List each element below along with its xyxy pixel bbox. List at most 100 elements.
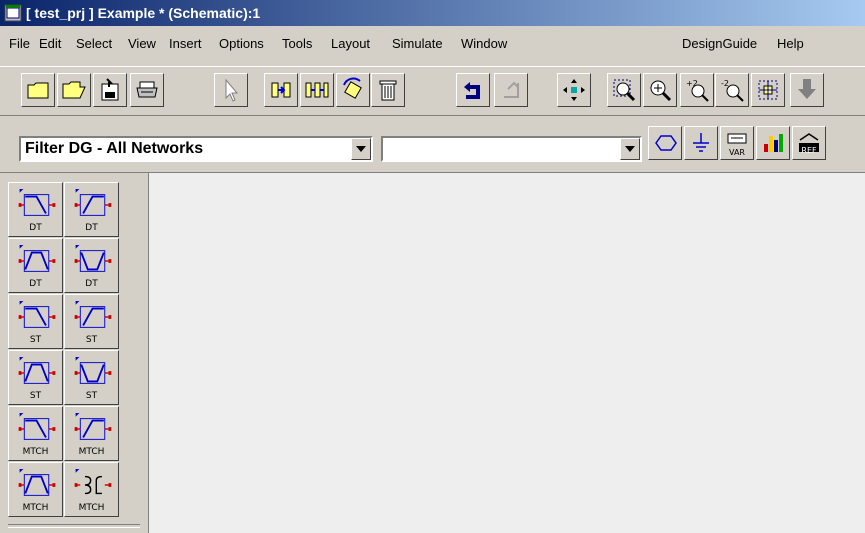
bandstop-filter-icon xyxy=(74,357,112,384)
undo-button[interactable] xyxy=(456,73,490,107)
palette-item-label: ST xyxy=(85,391,98,401)
save-button[interactable] xyxy=(93,73,127,107)
insert-component2-icon xyxy=(305,82,329,98)
palette-item-bandstop-st[interactable]: ST xyxy=(64,350,119,405)
palette-item-label: DT xyxy=(29,223,42,233)
select-button[interactable] xyxy=(214,73,248,107)
palette-item-label: DT xyxy=(85,279,98,289)
open-icon xyxy=(62,81,86,99)
zoom-in-button[interactable] xyxy=(643,73,677,107)
palette-dropdown[interactable]: Filter DG - All Networks xyxy=(19,136,373,162)
zoom-area-button[interactable] xyxy=(607,73,641,107)
menu-window[interactable]: Window xyxy=(461,36,507,51)
delete-button[interactable] xyxy=(371,73,405,107)
palette-dropdown-arrow[interactable] xyxy=(351,138,371,160)
palette-item-highpass-mtch[interactable]: MTCH xyxy=(64,406,119,461)
menu-edit[interactable]: Edit xyxy=(39,36,61,51)
palette-item-bandstop-dt[interactable]: DT xyxy=(64,238,119,293)
push-down-button[interactable] xyxy=(790,73,824,107)
zoom-fit-icon xyxy=(758,80,778,100)
palette-item-label: MTCH xyxy=(78,503,105,513)
palette-item-label: MTCH xyxy=(78,447,105,457)
simulation-icon xyxy=(764,134,783,152)
menu-file[interactable]: File xyxy=(9,36,30,51)
undo-icon xyxy=(464,82,480,99)
insert-component2-button[interactable] xyxy=(300,73,334,107)
menu-designguide[interactable]: DesignGuide xyxy=(682,36,757,51)
component-palette: DT DT DT DT ST ST ST ST MTCH MTCH MTCH MTCH xyxy=(8,182,130,522)
zoom-fit-button[interactable] xyxy=(751,73,785,107)
palette-item-bandpass-dt[interactable]: DT xyxy=(8,238,63,293)
lowpass-filter-icon xyxy=(18,413,56,440)
select-arrow-icon xyxy=(225,78,239,102)
palette-item-label: ST xyxy=(29,391,42,401)
simulation-button[interactable] xyxy=(756,126,790,160)
new-icon xyxy=(27,82,49,99)
palette-dropdown-value: Filter DG - All Networks xyxy=(25,140,204,157)
menu-tools[interactable]: Tools xyxy=(282,36,312,51)
ads-app-icon[interactable] xyxy=(4,4,22,22)
zoom-plus2-icon: +2 xyxy=(686,79,709,102)
pan-button[interactable] xyxy=(557,73,591,107)
port-button[interactable] xyxy=(648,126,682,160)
palette-item-label: ST xyxy=(29,335,42,345)
highpass-filter-icon xyxy=(74,301,112,328)
palette-item-label: DT xyxy=(85,223,98,233)
zoom-minus2-button[interactable]: -2 xyxy=(715,73,749,107)
print-icon xyxy=(136,81,158,98)
palette-item-highpass-dt[interactable]: DT xyxy=(64,182,119,237)
palette-item-label: ST xyxy=(85,335,98,345)
palette-item-lowpass-dt[interactable]: DT xyxy=(8,182,63,237)
highpass-filter-icon xyxy=(74,413,112,440)
pan-icon xyxy=(563,79,585,101)
lowpass-filter-icon xyxy=(18,301,56,328)
lowpass-filter-icon xyxy=(18,189,56,216)
svg-text:-2: -2 xyxy=(721,79,729,88)
bandpass-filter-icon xyxy=(18,245,56,272)
bandstop-filter-icon xyxy=(74,245,112,272)
var-button[interactable]: VAR xyxy=(720,126,754,160)
palette-item-label: MTCH xyxy=(22,503,49,513)
open-button[interactable] xyxy=(57,73,91,107)
palette-item-lowpass-mtch[interactable]: MTCH xyxy=(8,406,63,461)
rotate-button[interactable] xyxy=(336,73,370,107)
palette-item-bandpass-mtch[interactable]: MTCH xyxy=(8,462,63,517)
zoom-plus2-button[interactable]: +2 xyxy=(680,73,714,107)
print-button[interactable] xyxy=(130,73,164,107)
component-dropdown-arrow[interactable] xyxy=(620,138,640,160)
menu-options[interactable]: Options xyxy=(219,36,264,51)
schematic-canvas[interactable] xyxy=(148,173,865,533)
menu-simulate[interactable]: Simulate xyxy=(392,36,443,51)
palette-divider xyxy=(8,524,140,528)
palette-item-highpass-st[interactable]: ST xyxy=(64,294,119,349)
menu-help[interactable]: Help xyxy=(777,36,804,51)
component-dropdown[interactable] xyxy=(381,136,642,162)
palette-item-lowpass-st[interactable]: ST xyxy=(8,294,63,349)
zoom-area-icon xyxy=(613,79,636,102)
rotate-icon xyxy=(343,77,362,99)
palette-item-label: MTCH xyxy=(22,447,49,457)
menu-select[interactable]: Select xyxy=(76,36,112,51)
ground-button[interactable] xyxy=(684,126,718,160)
title-bar: [ test_prj ] Example * (Schematic):1 xyxy=(0,0,865,26)
palette-item-label: DT xyxy=(29,279,42,289)
insert-component-button[interactable] xyxy=(264,73,298,107)
new-button[interactable] xyxy=(21,73,55,107)
insert-component-icon xyxy=(271,82,291,98)
palette-item-coupler-mtch[interactable]: MTCH xyxy=(64,462,119,517)
menu-insert[interactable]: Insert xyxy=(169,36,202,51)
window-title: [ test_prj ] Example * (Schematic):1 xyxy=(26,5,261,21)
menu-view[interactable]: View xyxy=(128,36,156,51)
coupler-filter-icon xyxy=(74,469,112,495)
menu-bar: File Edit Select View Insert Options Too… xyxy=(0,26,865,66)
ref-label: REF xyxy=(801,146,817,155)
chevron-down-icon xyxy=(356,146,366,152)
ref-button[interactable]: REF xyxy=(792,126,826,160)
menu-layout[interactable]: Layout xyxy=(331,36,370,51)
redo-button[interactable] xyxy=(494,73,528,107)
zoom-in-icon xyxy=(650,80,672,102)
save-icon xyxy=(101,78,119,101)
chevron-down-icon xyxy=(625,146,635,152)
palette-item-bandpass-st[interactable]: ST xyxy=(8,350,63,405)
bandpass-filter-icon xyxy=(18,469,56,496)
